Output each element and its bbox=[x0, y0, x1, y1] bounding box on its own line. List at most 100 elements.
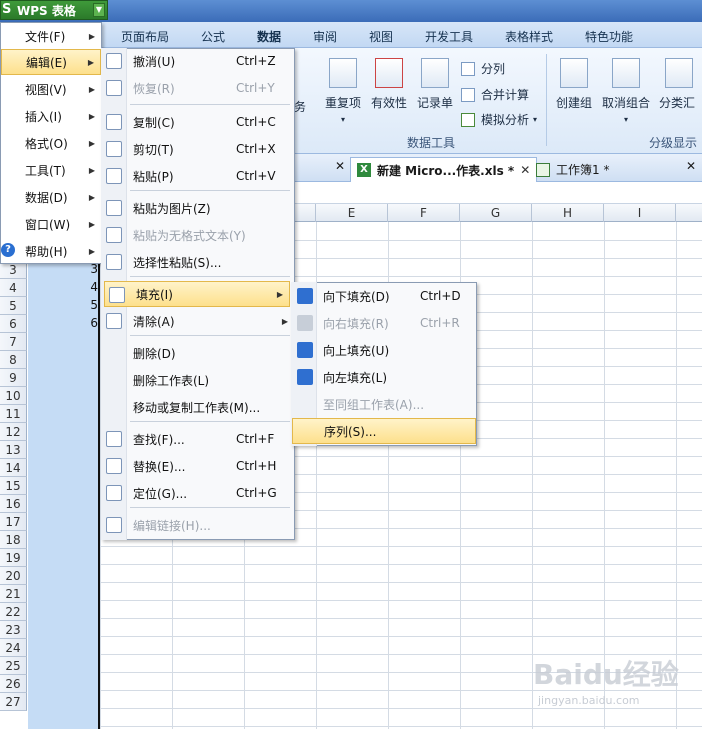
what-if-button[interactable]: 模拟分析 ▾ bbox=[461, 111, 537, 128]
tab-data[interactable]: 数据 bbox=[257, 28, 281, 45]
row-header[interactable]: 4 bbox=[0, 279, 27, 297]
record-form-button[interactable]: 记录单 bbox=[415, 58, 455, 111]
tab-developer[interactable]: 开发工具 bbox=[425, 28, 473, 45]
shortcut-label: Ctrl+V bbox=[236, 169, 276, 183]
subtotal-button[interactable]: 分类汇 bbox=[659, 58, 702, 111]
menu-item-fill-series[interactable]: 序列(S)... bbox=[292, 418, 476, 444]
menu-item-fill-down[interactable]: 向下填充(D) Ctrl+D bbox=[292, 283, 476, 309]
row-header[interactable]: 11 bbox=[0, 405, 27, 423]
row-header[interactable]: 5 bbox=[0, 297, 27, 315]
outline-group-label: 分级显示 bbox=[649, 136, 698, 150]
menu-item-fill-right: 向右填充(R) Ctrl+R bbox=[292, 310, 476, 336]
grid-row-line bbox=[28, 564, 702, 565]
doc-tab[interactable]: 工作簿1 * bbox=[530, 157, 615, 182]
menu-item-data[interactable]: 数据(D) ▶ bbox=[1, 184, 101, 210]
row-header[interactable]: 21 bbox=[0, 585, 27, 603]
menu-item-label: 向上填充(U) bbox=[323, 343, 390, 358]
column-header-f[interactable]: F bbox=[388, 204, 460, 222]
row-header[interactable]: 7 bbox=[0, 333, 27, 351]
menu-item-find[interactable]: 查找(F)... Ctrl+F bbox=[102, 426, 294, 452]
menu-item-undo[interactable]: 撤消(U) Ctrl+Z bbox=[102, 48, 294, 74]
watermark-url: jingyan.baidu.com bbox=[538, 694, 640, 707]
row-header[interactable]: 9 bbox=[0, 369, 27, 387]
ungroup-button[interactable]: 取消组合 ▾ bbox=[601, 58, 651, 124]
row-header[interactable]: 26 bbox=[0, 675, 27, 693]
grid-row-line bbox=[28, 600, 702, 601]
row-header[interactable]: 8 bbox=[0, 351, 27, 369]
link-icon bbox=[106, 517, 122, 533]
menu-item-paste[interactable]: 粘贴(P) Ctrl+V bbox=[102, 163, 294, 189]
menu-item-label: 清除(A) bbox=[133, 314, 175, 329]
split-column-button[interactable]: 分列 bbox=[461, 60, 505, 77]
close-icon[interactable]: ✕ bbox=[520, 163, 530, 177]
column-header-i[interactable]: I bbox=[604, 204, 676, 222]
menu-item-window[interactable]: 窗口(W) ▶ bbox=[1, 211, 101, 237]
row-header[interactable]: 24 bbox=[0, 639, 27, 657]
menu-item-delete[interactable]: 删除(D) bbox=[102, 340, 294, 366]
row-header[interactable]: 25 bbox=[0, 657, 27, 675]
paste-picture-icon bbox=[106, 200, 122, 216]
app-menu-button[interactable]: S WPS 表格 ▼ bbox=[0, 0, 108, 20]
row-header[interactable]: 23 bbox=[0, 621, 27, 639]
row-header[interactable]: 22 bbox=[0, 603, 27, 621]
close-icon[interactable]: ✕ bbox=[686, 159, 696, 173]
row-header[interactable]: 27 bbox=[0, 693, 27, 711]
close-icon[interactable]: ✕ bbox=[335, 159, 345, 173]
row-header[interactable]: 19 bbox=[0, 549, 27, 567]
menu-item-help[interactable]: ? 帮助(H) ▶ bbox=[1, 238, 101, 264]
menu-item-view[interactable]: 视图(V) ▶ bbox=[1, 76, 101, 102]
menu-item-copy[interactable]: 复制(C) Ctrl+C bbox=[102, 109, 294, 135]
row-header[interactable]: 12 bbox=[0, 423, 27, 441]
row-header[interactable]: 10 bbox=[0, 387, 27, 405]
fill-left-icon bbox=[297, 369, 313, 385]
cell-value: 5 bbox=[90, 298, 98, 312]
menu-item-move-copy-sheet[interactable]: 移动或复制工作表(M)... bbox=[102, 394, 294, 420]
tab-table-styles[interactable]: 表格样式 bbox=[505, 28, 553, 45]
merge-calc-button[interactable]: 合并计算 bbox=[461, 86, 529, 103]
menu-item-clear[interactable]: 清除(A) ▶ bbox=[102, 308, 294, 334]
cell-value: 3 bbox=[90, 262, 98, 276]
data-tools-group-label: 数据工具 bbox=[407, 136, 456, 150]
menu-item-paste-special[interactable]: 选择性粘贴(S)... bbox=[102, 249, 294, 275]
row-header[interactable]: 13 bbox=[0, 441, 27, 459]
find-icon bbox=[106, 431, 122, 447]
menu-item-replace[interactable]: 替换(E)... Ctrl+H bbox=[102, 453, 294, 479]
row-header[interactable]: 20 bbox=[0, 567, 27, 585]
column-header-g[interactable]: G bbox=[460, 204, 532, 222]
row-header[interactable]: 16 bbox=[0, 495, 27, 513]
row-header[interactable]: 18 bbox=[0, 531, 27, 549]
menu-item-file[interactable]: 文件(F) ▶ bbox=[1, 23, 101, 49]
menu-item-fill-left[interactable]: 向左填充(L) bbox=[292, 364, 476, 390]
row-header[interactable]: 15 bbox=[0, 477, 27, 495]
menu-item-delete-sheet[interactable]: 删除工作表(L) bbox=[102, 367, 294, 393]
chevron-down-icon[interactable]: ▼ bbox=[93, 3, 105, 17]
grid-row-line bbox=[28, 708, 702, 709]
menu-item-format[interactable]: 格式(O) ▶ bbox=[1, 130, 101, 156]
row-header[interactable]: 17 bbox=[0, 513, 27, 531]
column-header-h[interactable]: H bbox=[532, 204, 604, 222]
menu-item-paste-as-picture[interactable]: 粘贴为图片(Z) bbox=[102, 195, 294, 221]
menu-item-fill[interactable]: 填充(I) ▶ bbox=[104, 281, 290, 307]
menu-item-edit[interactable]: 编辑(E) ▶ bbox=[1, 49, 101, 75]
split-icon bbox=[461, 61, 475, 76]
tab-formulas[interactable]: 公式 bbox=[201, 28, 225, 45]
group-separator bbox=[546, 54, 547, 146]
validation-button[interactable]: 有效性 bbox=[369, 58, 409, 111]
menu-item-cut[interactable]: 剪切(T) Ctrl+X bbox=[102, 136, 294, 162]
column-header-e[interactable]: E bbox=[316, 204, 388, 222]
menu-item-insert[interactable]: 插入(I) ▶ bbox=[1, 103, 101, 129]
menu-item-tools[interactable]: 工具(T) ▶ bbox=[1, 157, 101, 183]
menu-item-fill-up[interactable]: 向上填充(U) bbox=[292, 337, 476, 363]
grid-row-line bbox=[28, 636, 702, 637]
tab-view[interactable]: 视图 bbox=[369, 28, 393, 45]
menu-item-edit-links: 编辑链接(H)... bbox=[102, 512, 294, 538]
tab-special-features[interactable]: 特色功能 bbox=[585, 28, 633, 45]
menu-item-goto[interactable]: 定位(G)... Ctrl+G bbox=[102, 480, 294, 506]
duplicates-button[interactable]: 重复项 ▾ bbox=[323, 58, 363, 124]
tab-page-layout[interactable]: 页面布局 bbox=[121, 28, 169, 45]
row-header[interactable]: 14 bbox=[0, 459, 27, 477]
tab-review[interactable]: 审阅 bbox=[313, 28, 337, 45]
create-group-button[interactable]: 创建组 bbox=[553, 58, 595, 111]
doc-tab-active[interactable]: X 新建 Micro...作表.xls * ✕ bbox=[350, 157, 538, 182]
row-header[interactable]: 6 bbox=[0, 315, 27, 333]
